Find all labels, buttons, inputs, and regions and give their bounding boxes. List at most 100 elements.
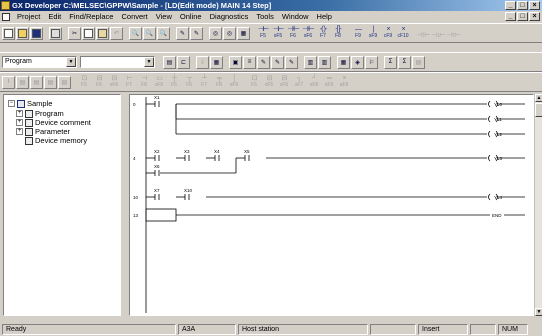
delete-vertical-line-icon[interactable]: × cF10 (396, 26, 410, 40)
child-minimize-button[interactable]: _ (505, 12, 516, 21)
cut-icon[interactable]: ✂ (68, 26, 81, 40)
data-name-select[interactable]: ▼ (80, 56, 155, 68)
close-button[interactable]: × (529, 1, 540, 10)
parallel-rising-pulse-icon[interactable]: ⊣↑⊢ (446, 26, 461, 40)
note-mode-icon[interactable]: ✎ (285, 55, 298, 69)
program-list-icon[interactable]: ▤ (163, 55, 176, 69)
alias-display-icon[interactable]: ▤ (44, 75, 57, 89)
scroll-down-icon[interactable]: ▼ (535, 308, 542, 316)
menu-convert[interactable]: Convert (117, 11, 151, 22)
find-instruction-icon[interactable]: 🔍 (143, 26, 156, 40)
coil-label[interactable]: Y10 (494, 102, 503, 107)
plc-write-icon[interactable]: ▥ (318, 55, 331, 69)
options-icon[interactable]: ▤ (412, 55, 425, 69)
vertical-scrollbar[interactable]: ▲ ▼ (534, 94, 542, 316)
monitor-write-icon[interactable]: ◎ (223, 26, 236, 40)
save-icon[interactable] (30, 26, 43, 40)
falling-pulse-icon[interactable]: ⊣↓⊢ (431, 26, 446, 40)
coil-left[interactable] (488, 130, 491, 138)
coil-left[interactable] (488, 100, 491, 108)
step-number[interactable]: 10 (133, 195, 139, 200)
coil-left[interactable] (488, 154, 491, 162)
sfc-selection-divergence-icon[interactable]: ┼ F5 (167, 75, 181, 89)
contact-label[interactable]: X10 (184, 188, 193, 193)
tree-item-device-comment[interactable]: + Device comment (16, 118, 91, 127)
statement-display-icon[interactable]: ▤ (16, 75, 29, 89)
contact-label[interactable]: X3 (184, 149, 190, 154)
app-icon[interactable] (1, 1, 10, 10)
plc-read-icon[interactable]: ▥ (304, 55, 317, 69)
menu-window[interactable]: Window (278, 11, 313, 22)
device-batch-icon[interactable]: ▦ (210, 55, 223, 69)
child-close-button[interactable]: × (529, 12, 540, 21)
undo-icon[interactable]: ↶ (110, 26, 123, 40)
print-icon[interactable] (49, 26, 62, 40)
device-test-icon[interactable]: ⚐ (365, 55, 378, 69)
contact-label[interactable]: X6 (154, 164, 160, 169)
tree-item-parameter[interactable]: + Parameter (16, 127, 70, 136)
monitor-stop-icon[interactable]: ◈ (351, 55, 364, 69)
end-label[interactable]: END (492, 213, 502, 218)
ladder-diagram[interactable]: 0 X1 Y10 Y11 Y12 4 X2 X3 X4 X5 Y13 X6 10 X7 X10 Y14 13 EN… (130, 95, 534, 316)
expand-icon[interactable]: + (16, 128, 23, 135)
menu-find-replace[interactable]: Find/Replace (65, 11, 117, 22)
sfc-end-icon[interactable]: ▭ sF5 (152, 75, 166, 89)
ladder-editor[interactable]: 0 X1 Y10 Y11 Y12 4 X2 X3 X4 X5 Y13 X6 10 X7 X10 Y14 13 EN… (129, 94, 534, 316)
monitor-icon[interactable]: ◎ (209, 26, 222, 40)
application-instruction-icon[interactable]: -[ ]- F8 (331, 26, 345, 40)
minimize-button[interactable]: _ (505, 1, 516, 10)
sfc-step-icon[interactable]: ⊡ F5 (77, 75, 91, 89)
sfc-partition-line-icon[interactable]: ┐ sF7 (292, 75, 306, 89)
ladder-view-icon[interactable]: ▦ (237, 26, 250, 40)
child-restore-button[interactable]: □ (517, 12, 528, 21)
paste-icon[interactable] (96, 26, 109, 40)
comment-display-icon[interactable]: I (2, 75, 15, 89)
contact-label[interactable]: X1 (154, 95, 160, 100)
scroll-up-icon[interactable]: ▲ (535, 94, 542, 102)
edit-cursor[interactable] (145, 208, 177, 222)
expand-icon[interactable]: + (16, 110, 23, 117)
monitor-start-icon[interactable]: ▦ (337, 55, 350, 69)
vertical-line-icon[interactable]: | sF9 (366, 26, 380, 40)
sfc-delete-line-icon[interactable]: × aF9 (337, 75, 351, 89)
sfc-jump-icon[interactable]: ⊣ F8 (137, 75, 151, 89)
sfc-divergence-icon[interactable]: ⊟ sF6 (107, 75, 121, 89)
scroll-thumb[interactable] (535, 103, 542, 117)
step-number[interactable]: 13 (133, 213, 139, 218)
sfc-jump-line-icon[interactable]: ┘ sF8 (307, 75, 321, 89)
tree-root[interactable]: − Sample (8, 99, 52, 108)
sfc-block-start-icon[interactable]: ⊡ F5 (247, 75, 261, 89)
sfc-parallel-convergence-icon[interactable]: ╤ F8 (212, 75, 226, 89)
find-device-icon[interactable]: 🔍 (129, 26, 142, 40)
tree-item-device-memory[interactable]: Device memory (25, 136, 87, 145)
tree-view-icon[interactable]: ⊏ (177, 55, 190, 69)
sfc-reset-icon[interactable]: ⊟ sF6 (277, 75, 291, 89)
statement-mode-icon[interactable]: ✎ (271, 55, 284, 69)
new-project-icon[interactable] (2, 26, 15, 40)
sfc-block-end-icon[interactable]: ⊟ sF5 (262, 75, 276, 89)
step-jump-icon[interactable]: ⇩ (196, 55, 209, 69)
document-icon[interactable] (2, 12, 10, 21)
project-tree[interactable]: − Sample + Program + Device comment + Pa… (3, 94, 121, 316)
write-to-plc-icon[interactable]: ✎ (176, 26, 189, 40)
find-contact-coil-icon[interactable]: 🔍 (157, 26, 170, 40)
sfc-horizontal-icon[interactable]: ═ sF9 (322, 75, 336, 89)
parallel-open-contact-icon[interactable]: ⊣⊢ sF5 (271, 26, 285, 40)
closed-contact-icon[interactable]: ⊣/⊢ F6 (286, 26, 300, 40)
convert-icon[interactable]: Σ (384, 55, 397, 69)
menu-diagnostics[interactable]: Diagnostics (206, 11, 253, 22)
step-number[interactable]: 0 (133, 102, 136, 107)
contact-label[interactable]: X5 (244, 149, 250, 154)
coil-label[interactable]: Y14 (494, 195, 503, 200)
sfc-selection-convergence-icon[interactable]: ┴ F7 (197, 75, 211, 89)
expand-icon[interactable]: + (16, 119, 23, 126)
batch-convert-icon[interactable]: Σ (398, 55, 411, 69)
maximize-button[interactable]: □ (517, 1, 528, 10)
coil-label[interactable]: Y13 (494, 156, 503, 161)
comment-mode-icon[interactable]: ✎ (257, 55, 270, 69)
list-mode-icon[interactable]: ≡ (243, 55, 256, 69)
menu-project[interactable]: Project (13, 11, 44, 22)
sfc-convergence-icon[interactable]: ⊢ F7 (122, 75, 136, 89)
read-from-plc-icon[interactable]: ✎ (190, 26, 203, 40)
ladder-mode-icon[interactable]: ▣ (229, 55, 242, 69)
